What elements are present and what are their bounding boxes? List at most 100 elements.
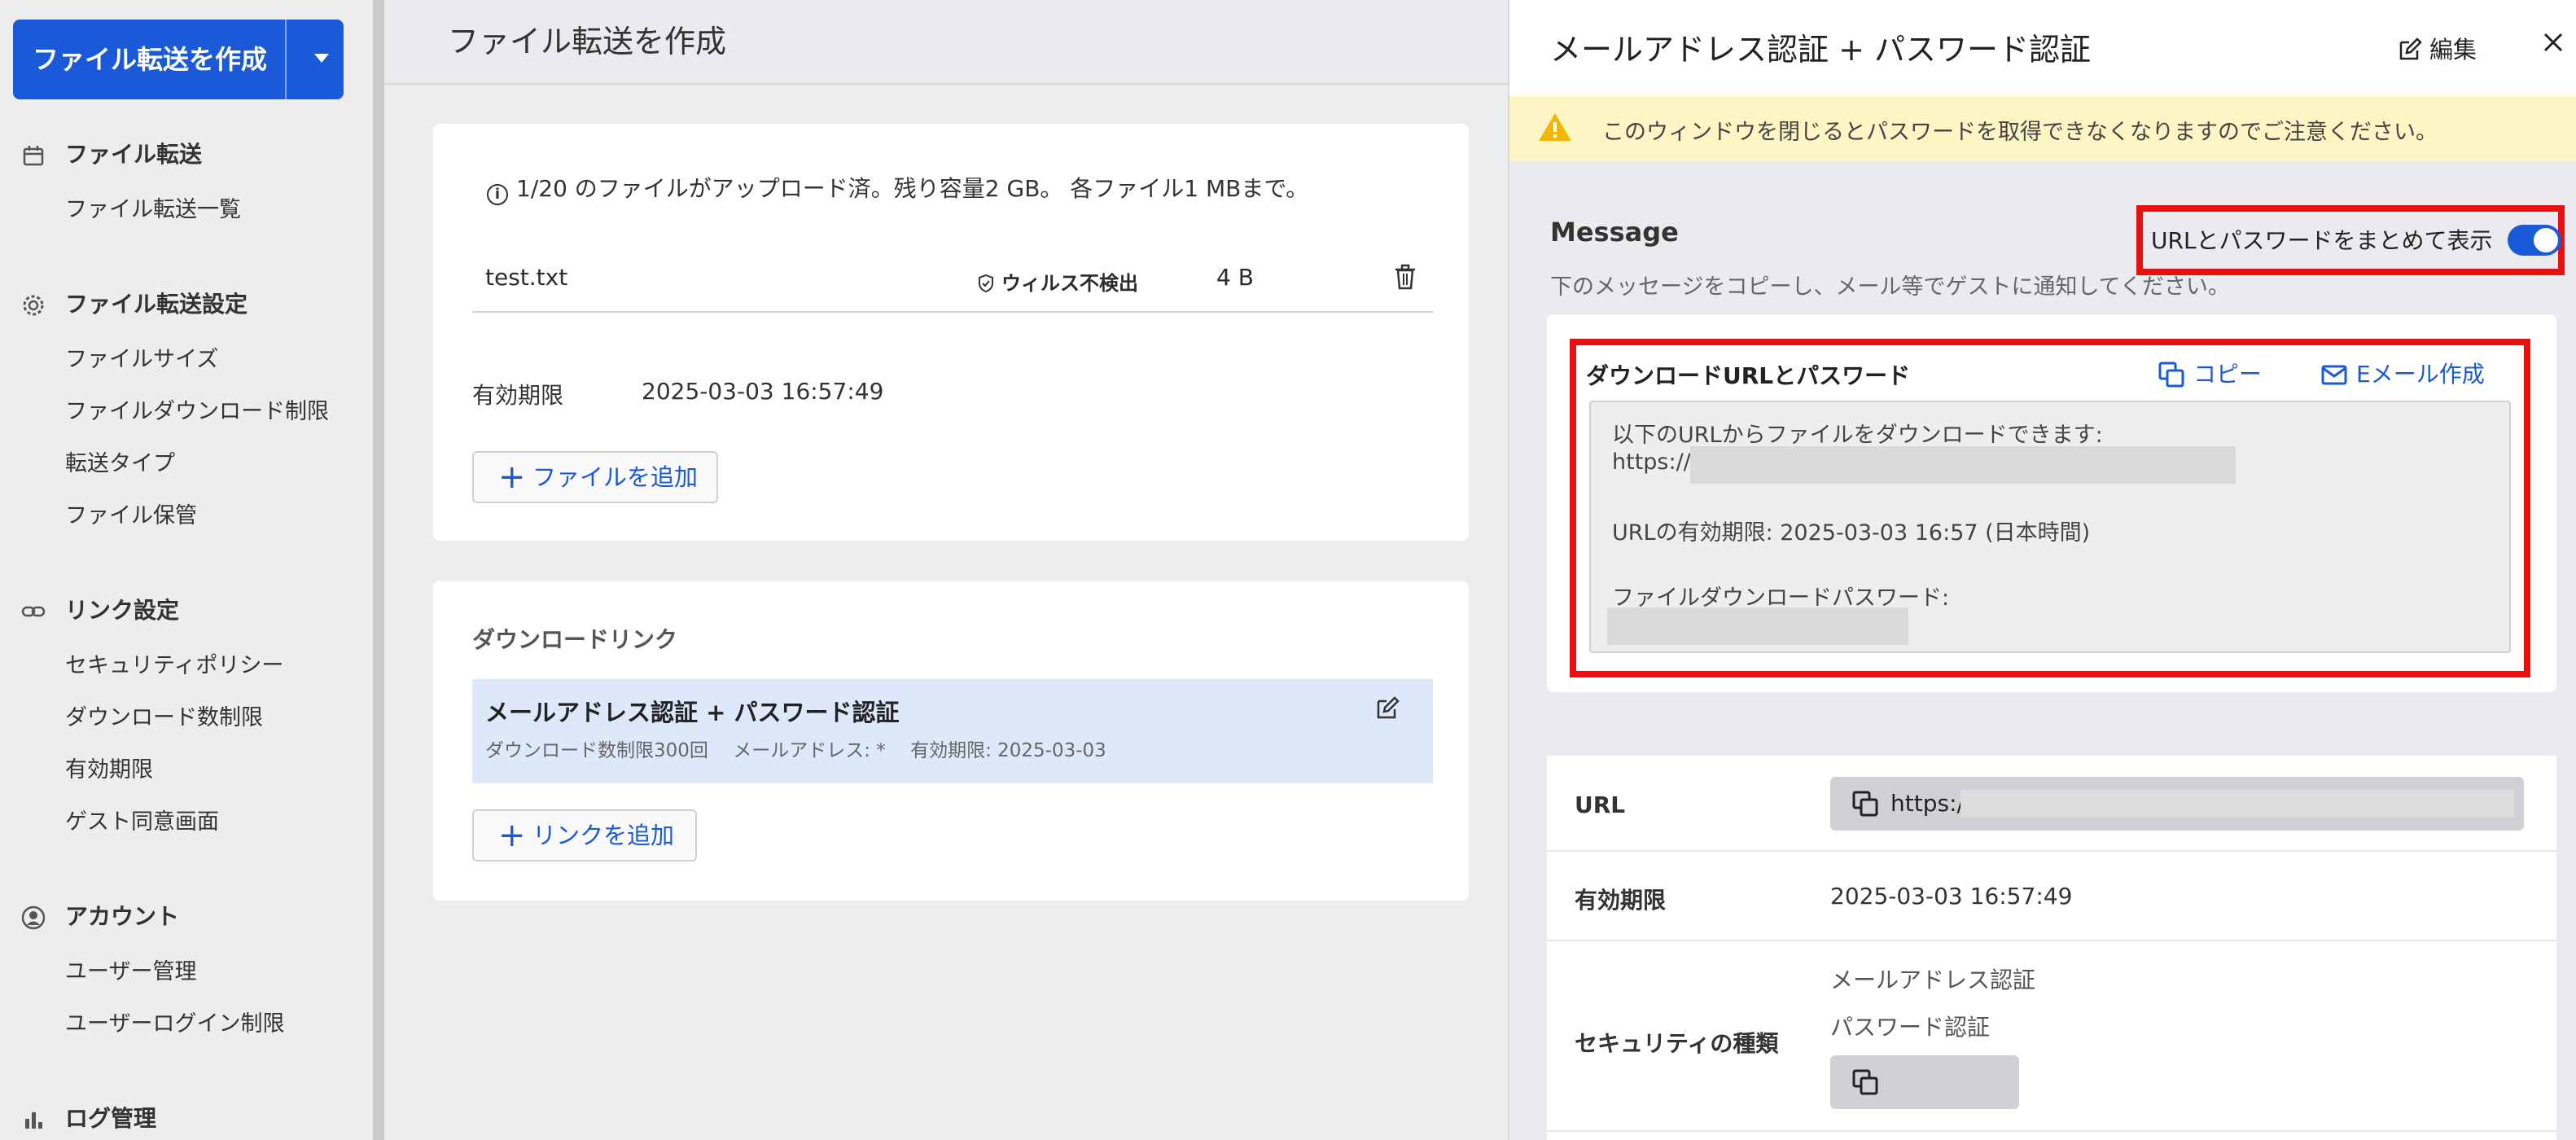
sidebar-item-expiry[interactable]: 有効期限 (65, 754, 153, 787)
sidebar-item-file-size[interactable]: ファイルサイズ (65, 344, 218, 376)
file-size: 4 B (1216, 264, 1254, 291)
message-textarea[interactable]: 以下のURLからファイルをダウンロードできます: https:// URLの有効… (1589, 401, 2511, 653)
detail-row-url: URL https:/ (1547, 756, 2556, 852)
user-icon (21, 905, 46, 930)
sidebar-item-download-count-limit[interactable]: ダウンロード数制限 (65, 702, 263, 734)
message-card: ダウンロードURLとパスワード コピー Eメール作成 以下のURLからファイルを… (1547, 314, 2556, 692)
edit-label: 編集 (2429, 36, 2477, 64)
panel-header: メールアドレス認証 + パスワード認証 編集 (1509, 0, 2576, 96)
toggle-knob (2534, 228, 2558, 252)
panel-title: メールアドレス認証 + パスワード認証 (1550, 32, 2091, 68)
info-icon: i (487, 184, 508, 205)
sidebar-scrollbar[interactable] (373, 0, 384, 1140)
close-icon[interactable] (2537, 26, 2569, 59)
password-copy-field[interactable] (1830, 1055, 2019, 1109)
url-label: URL (1575, 791, 1626, 818)
compose-email-button[interactable]: Eメール作成 (2320, 357, 2485, 389)
sidebar-item-user-login-limit[interactable]: ユーザーログイン制限 (65, 1008, 284, 1041)
redacted-password (1607, 607, 1908, 645)
sidebar-section-title: リンク設定 (65, 597, 180, 624)
redacted-url (1960, 790, 2514, 818)
warning-banner: このウィンドウを閉じるとパスワードを取得できなくなりますのでご注意ください。 (1509, 96, 2576, 161)
trash-icon[interactable] (1391, 261, 1420, 293)
upload-info-text: 1/20 のファイルがアップロード済。残り容量2 GB。 各ファイル1 MBまで… (516, 175, 1309, 202)
add-file-label: ファイルを追加 (532, 463, 699, 491)
copy-icon (1852, 791, 1878, 817)
file-name: test.txt (485, 264, 568, 291)
compose-email-label: Eメール作成 (2356, 361, 2485, 388)
copy-button[interactable]: コピー (2158, 357, 2262, 389)
sidebar-section-title: ファイル転送設定 (65, 291, 248, 318)
sidebar-section-title: ログ管理 (65, 1105, 157, 1132)
sidebar-section-title: アカウント (65, 903, 180, 930)
mail-icon (2321, 365, 2347, 385)
warning-icon (1539, 113, 1571, 141)
page-title: ファイル転送を作成 (448, 24, 727, 59)
security-label: セキュリティの種類 (1575, 1030, 1779, 1057)
calendar-icon (23, 146, 44, 166)
virus-status: ウィルス不検出 (977, 267, 1138, 296)
url-copy-field[interactable]: https:/ (1830, 777, 2524, 831)
copy-label: コピー (2193, 361, 2263, 388)
bar-chart-icon (25, 1112, 42, 1129)
add-file-button[interactable]: + ファイルを追加 (472, 451, 718, 503)
message-line: https:// (1612, 449, 1691, 475)
detail-row-expiry: 有効期限 2025-03-03 16:57:49 (1547, 852, 2556, 941)
sidebar-item-security-policy[interactable]: セキュリティポリシー (65, 650, 283, 682)
box-title: ダウンロードURLとパスワード (1586, 362, 1911, 389)
gear-icon (23, 295, 44, 316)
security-value: パスワード認証 (1830, 1014, 1991, 1041)
download-links-card: ダウンロードリンク メールアドレス認証 + パスワード認証 ダウンロード数制限3… (433, 581, 1469, 901)
combine-url-password-toggle[interactable] (2508, 225, 2561, 256)
link-icon (21, 606, 46, 617)
expiry-label: 有効期限 (1575, 887, 1667, 914)
plus-icon: + (498, 458, 526, 496)
link-detail-panel: メールアドレス認証 + パスワード認証 編集 このウィンドウを閉じるとパスワード… (1508, 0, 2576, 1140)
plus-icon: + (498, 817, 526, 854)
file-row: test.txt ウィルス不検出 4 B (472, 246, 1433, 313)
files-card: i 1/20 のファイルがアップロード済。残り容量2 GB。 各ファイル1 MBま… (433, 124, 1469, 541)
detail-row-security: セキュリティの種類 メールアドレス認証 パスワード認証 (1547, 941, 2556, 1132)
sidebar-item-transfer-type[interactable]: 転送タイプ (65, 448, 175, 480)
create-file-transfer-button[interactable]: ファイル転送を作成 (13, 20, 344, 99)
sidebar-section-title: ファイル転送 (65, 141, 203, 168)
add-link-button[interactable]: + リンクを追加 (472, 809, 697, 862)
chevron-down-icon[interactable] (314, 54, 329, 63)
sidebar-item-guest-consent[interactable]: ゲスト同意画面 (65, 806, 219, 839)
sidebar-item-file-storage[interactable]: ファイル保管 (65, 500, 197, 533)
url-value: https:/ (1890, 790, 1965, 817)
edit-icon (2399, 37, 2422, 60)
download-links-title: ダウンロードリンク (472, 626, 678, 653)
shield-check-icon (979, 274, 993, 293)
button-divider (285, 20, 287, 99)
message-title: Message (1550, 217, 1679, 248)
expiry-label: 有効期限 (472, 382, 564, 409)
sidebar-item-user-management[interactable]: ユーザー管理 (65, 956, 196, 989)
toggle-label: URLとパスワードをまとめて表示 (2151, 227, 2493, 254)
expiry-value: 2025-03-03 16:57:49 (1830, 883, 2073, 910)
upload-info: i 1/20 のファイルがアップロード済。残り容量2 GB。 各ファイル1 MBま… (487, 171, 1308, 205)
link-meta: ダウンロード数制限300回 メールアドレス: * 有効期限: 2025-03-0… (485, 740, 1106, 761)
link-title: メールアドレス認証 + パスワード認証 (485, 699, 900, 726)
sidebar-item-file-transfer-list[interactable]: ファイル転送一覧 (65, 194, 241, 226)
highlight-box-message: ダウンロードURLとパスワード コピー Eメール作成 以下のURLからファイルを… (1570, 339, 2530, 677)
main-header: ファイル転送を作成 (384, 0, 1508, 85)
security-value: メールアドレス認証 (1830, 967, 2036, 993)
edit-button[interactable]: 編集 (2397, 31, 2477, 65)
highlight-box-toggle: URLとパスワードをまとめて表示 (2136, 205, 2565, 275)
message-line: URLの有効期限: 2025-03-03 16:57 (日本時間) (1612, 520, 2091, 546)
sidebar-item-download-limit[interactable]: ファイルダウンロード制限 (65, 396, 329, 428)
redacted-url (1690, 446, 2236, 484)
add-link-label: リンクを追加 (532, 822, 675, 849)
copy-icon (2158, 362, 2184, 388)
message-subtitle: 下のメッセージをコピーし、メール等でゲストに通知してください。 (1550, 274, 2230, 300)
sidebar: ファイル転送を作成 ファイル転送 ファイル転送一覧 ファイル転送設定 ファイルサ… (0, 0, 375, 1140)
copy-icon (1852, 1069, 1878, 1095)
warning-text: このウィンドウを閉じるとパスワードを取得できなくなりますのでご注意ください。 (1602, 120, 2438, 145)
expiry-value: 2025-03-03 16:57:49 (642, 378, 884, 405)
create-button-label: ファイル転送を作成 (33, 44, 268, 75)
edit-icon[interactable] (1374, 695, 1400, 721)
detail-table: URL https:/ 有効期限 2025-03-03 16:57:49 セキュ… (1547, 756, 2556, 1140)
link-item[interactable]: メールアドレス認証 + パスワード認証 ダウンロード数制限300回 メールアドレ… (472, 679, 1433, 783)
message-line: 以下のURLからファイルをダウンロードできます: (1612, 423, 2103, 448)
